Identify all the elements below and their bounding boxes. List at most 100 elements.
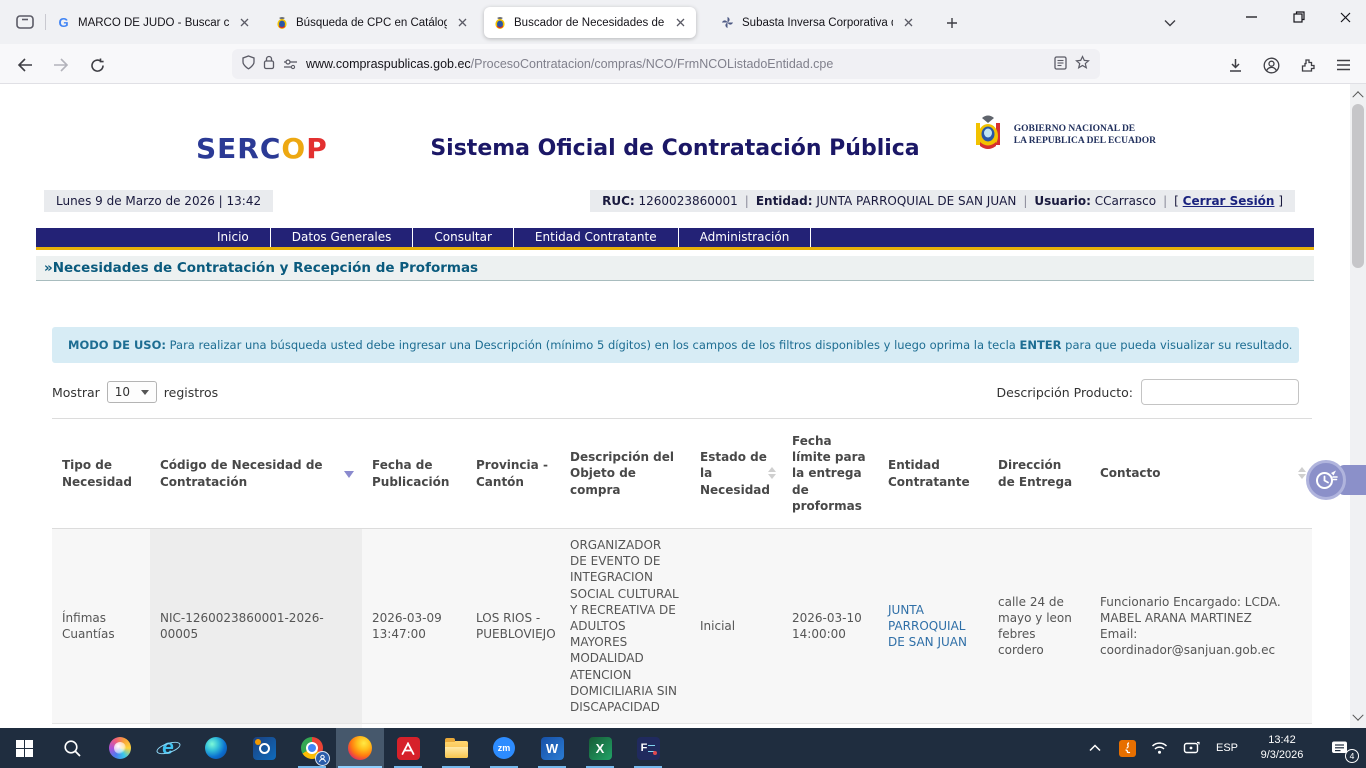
page-scrollbar[interactable] [1350, 84, 1366, 728]
display-icon[interactable] [1178, 728, 1204, 768]
lock-icon[interactable] [263, 55, 275, 74]
notification-center-button[interactable]: 4 [1320, 728, 1360, 768]
url-text[interactable]: www.compraspublicas.gob.ec/ProcesoContra… [306, 57, 1046, 71]
taskbar-ie-button[interactable]: e [144, 728, 192, 768]
tab-busqueda-cpc[interactable]: Búsqueda de CPC en Catálogo E [266, 7, 478, 38]
taskbar-firefox-button[interactable] [336, 728, 384, 768]
taskbar-copilot-button[interactable] [96, 728, 144, 768]
product-description-input[interactable] [1141, 379, 1299, 405]
downloads-icon[interactable] [1222, 52, 1248, 78]
col-fecha-publicacion[interactable]: Fecha de Publicación [362, 419, 466, 529]
window-minimize-button[interactable] [1228, 0, 1274, 34]
logout-link[interactable]: Cerrar Sesión [1183, 194, 1275, 208]
nav-item-administracion[interactable]: Administración [679, 228, 812, 247]
bookmark-star-icon[interactable] [1075, 55, 1090, 74]
table-header-row: Tipo de Necesidad Código de Necesidad de… [52, 419, 1312, 529]
list-tabs-icon[interactable] [1158, 11, 1182, 35]
new-tab-button[interactable] [940, 11, 964, 35]
cell-tipo: Ínfimas Cuantías [52, 529, 150, 724]
col-provincia-canton[interactable]: Provincia - Cantón [466, 419, 560, 529]
nav-item-inicio[interactable]: Inicio [196, 228, 271, 247]
col-tipo-necesidad[interactable]: Tipo de Necesidad [52, 419, 150, 529]
excel-icon: X [589, 737, 612, 760]
window-close-button[interactable] [1322, 0, 1366, 34]
col-fecha-limite[interactable]: Fecha límite para la entrega de proforma… [782, 419, 878, 529]
tray-chevron-up-icon[interactable] [1082, 728, 1108, 768]
taskbar-chrome-button[interactable] [288, 728, 336, 768]
taskbar-zoom-button[interactable]: zm [480, 728, 528, 768]
taskbar-word-button[interactable]: W [528, 728, 576, 768]
firefox-view-icon[interactable] [12, 11, 38, 33]
shield-icon[interactable] [242, 55, 255, 74]
col-direccion-entrega[interactable]: Dirección de Entrega [988, 419, 1090, 529]
reader-mode-icon[interactable] [1054, 55, 1067, 74]
tab-title: MARCO DE JUDO - Buscar con G [78, 17, 229, 29]
account-icon[interactable] [1258, 52, 1284, 78]
entity-link[interactable]: JUNTA PARROQUIAL DE SAN JUAN [888, 603, 967, 649]
tab-close-icon[interactable] [454, 15, 470, 31]
language-indicator[interactable]: ESP [1210, 742, 1244, 754]
scroll-up-icon[interactable] [1350, 86, 1366, 102]
menu-hamburger-icon[interactable] [1330, 52, 1356, 78]
col-contacto[interactable]: Contacto [1090, 419, 1312, 529]
java-update-icon[interactable] [1114, 728, 1140, 768]
ecuador-favicon [274, 15, 289, 30]
taskbar-excel-button[interactable]: X [576, 728, 624, 768]
reload-icon[interactable] [84, 52, 110, 78]
scroll-down-icon[interactable] [1350, 710, 1366, 726]
col-entidad-contratante[interactable]: Entidad Contratante [878, 419, 988, 529]
records-label: registros [164, 385, 218, 400]
nav-item-consultar[interactable]: Consultar [413, 228, 514, 247]
tab-title: Buscador de Necesidades de Co [514, 17, 665, 29]
wifi-icon[interactable] [1146, 728, 1172, 768]
records-per-page-select[interactable]: 10 [107, 381, 157, 403]
forward-icon[interactable] [48, 52, 74, 78]
taskbar-outlook-button[interactable] [240, 728, 288, 768]
browser-tab-strip: G MARCO DE JUDO - Buscar con G Búsqueda … [0, 0, 1366, 44]
start-button[interactable] [0, 728, 48, 768]
taskbar-search-button[interactable] [48, 728, 96, 768]
cell-fecha-publicacion: 2026-03-09 13:47:00 [362, 529, 466, 724]
timer-widget-button[interactable] [1306, 460, 1346, 500]
col-estado-necesidad[interactable]: Estado de la Necesidad [690, 419, 782, 529]
taskbar-acrobat-button[interactable] [384, 728, 432, 768]
scrollbar-thumb[interactable] [1352, 104, 1364, 268]
tab-close-icon[interactable] [900, 15, 916, 31]
edge-icon [205, 737, 227, 759]
google-favicon: G [56, 15, 71, 30]
internet-explorer-icon: e [162, 736, 174, 760]
outlook-icon [253, 737, 276, 760]
extensions-icon[interactable] [1294, 52, 1320, 78]
usage-info-box: MODO DE USO: Para realizar una búsqueda … [52, 327, 1299, 363]
page-title: »Necesidades de Contratación y Recepción… [44, 260, 1306, 276]
taskbar-fe-app-button[interactable]: F [624, 728, 672, 768]
back-icon[interactable] [12, 52, 38, 78]
cell-provincia: LOS RIOS - PUEBLOVIEJO [466, 529, 560, 724]
session-chip: RUC: 1260023860001|Entidad: JUNTA PARROQ… [590, 190, 1295, 212]
permissions-icon[interactable] [283, 55, 298, 74]
tab-marco-de-judo[interactable]: G MARCO DE JUDO - Buscar con G [48, 7, 260, 38]
status-row: Lunes 9 de Marzo de 2026 | 13:42 RUC: 12… [36, 190, 1314, 212]
tab-buscador-necesidades-active[interactable]: Buscador de Necesidades de Co [484, 7, 696, 38]
col-codigo-necesidad[interactable]: Código de Necesidad de Contratación [150, 419, 362, 529]
url-bar[interactable]: www.compraspublicas.gob.ec/ProcesoContra… [232, 49, 1100, 79]
datetime-chip: Lunes 9 de Marzo de 2026 | 13:42 [44, 190, 273, 212]
tab-close-icon[interactable] [672, 15, 688, 31]
cell-estado: Inicial [690, 529, 782, 724]
col-descripcion-objeto[interactable]: Descripción del Objeto de compra [560, 419, 690, 529]
cell-contacto: Funcionario Encargado: LCDA. MABEL ARANA… [1090, 529, 1312, 724]
taskbar-clock[interactable]: 13:429/3/2026 [1250, 733, 1314, 763]
taskbar-explorer-button[interactable] [432, 728, 480, 768]
site-header: Sistema Oficial de Contratación Pública … [36, 84, 1314, 182]
government-logo: GOBIERNO NACIONAL DELA REPUBLICA DEL ECU… [970, 114, 1156, 156]
tab-subasta-inversa[interactable]: Subasta Inversa Corporativa de [712, 7, 924, 38]
table-controls: Mostrar 10 registros Descripción Product… [52, 379, 1299, 405]
window-restore-button[interactable] [1276, 0, 1322, 34]
taskbar-edge-button[interactable] [192, 728, 240, 768]
cell-entidad: JUNTA PARROQUIAL DE SAN JUAN [878, 529, 988, 724]
tab-close-icon[interactable] [236, 15, 252, 31]
winged-clock-icon [1313, 467, 1339, 493]
nav-item-entidad-contratante[interactable]: Entidad Contratante [514, 228, 679, 247]
nav-item-datos-generales[interactable]: Datos Generales [271, 228, 414, 247]
taskbar: e [0, 728, 1366, 768]
